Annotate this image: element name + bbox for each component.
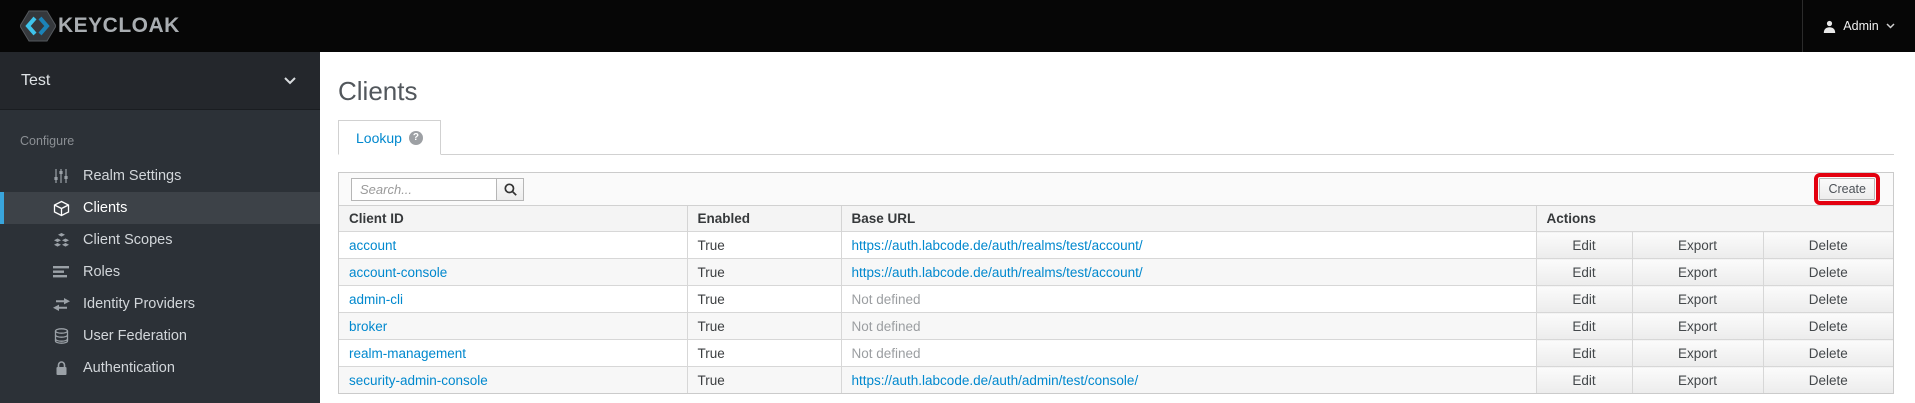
- base-url-link[interactable]: https://auth.labcode.de/auth/admin/test/…: [852, 373, 1139, 388]
- column-header-actions: Actions: [1535, 206, 1894, 232]
- table-row: account-console True https://auth.labcod…: [339, 258, 1894, 286]
- table-row: admin-cli True Not defined Edit Export D…: [339, 285, 1894, 313]
- edit-button[interactable]: Edit: [1537, 233, 1632, 259]
- delete-button[interactable]: Delete: [1764, 367, 1893, 393]
- export-button[interactable]: Export: [1633, 260, 1763, 286]
- cube-icon: [52, 200, 70, 217]
- export-button[interactable]: Export: [1633, 314, 1763, 340]
- sidebar-item-label: Clients: [83, 200, 128, 216]
- table-row: broker True Not defined Edit Export Dele…: [339, 312, 1894, 340]
- delete-button[interactable]: Delete: [1764, 260, 1893, 286]
- sidebar: Test Configure Realm Settings Clients Cl…: [0, 52, 320, 403]
- sidebar-item-label: Client Scopes: [83, 232, 173, 248]
- chevron-down-icon: [1886, 23, 1895, 29]
- tab-label: Lookup: [356, 129, 402, 146]
- sidebar-item-label: Roles: [83, 264, 121, 280]
- client-link[interactable]: account-console: [349, 265, 447, 280]
- search-button[interactable]: [496, 177, 524, 201]
- table-row: realm-management True Not defined Edit E…: [339, 339, 1894, 367]
- sidebar-item-roles[interactable]: Roles: [0, 256, 320, 288]
- column-header-client-id: Client ID: [339, 206, 687, 232]
- sidebar-nav: Realm Settings Clients Client Scopes Rol…: [0, 160, 320, 384]
- user-menu[interactable]: Admin: [1802, 0, 1915, 52]
- table-row: account True https://auth.labcode.de/aut…: [339, 231, 1894, 259]
- export-button[interactable]: Export: [1633, 367, 1763, 393]
- table-header-row: Client ID Enabled Base URL Actions: [339, 206, 1894, 232]
- edit-button[interactable]: Edit: [1537, 341, 1632, 367]
- edit-button[interactable]: Edit: [1537, 367, 1632, 393]
- tab-bar: Lookup ?: [338, 120, 1894, 155]
- search-input[interactable]: [351, 177, 497, 201]
- clients-table: Client ID Enabled Base URL Actions accou…: [339, 206, 1894, 393]
- export-button[interactable]: Export: [1633, 287, 1763, 313]
- sidebar-item-label: Realm Settings: [83, 168, 182, 184]
- create-button[interactable]: Create: [1814, 173, 1880, 205]
- delete-button[interactable]: Delete: [1764, 314, 1893, 340]
- lock-icon: [52, 360, 70, 376]
- client-link[interactable]: security-admin-console: [349, 373, 488, 388]
- list-icon: [52, 265, 70, 279]
- sidebar-item-label: User Federation: [83, 328, 187, 344]
- page-title: Clients: [338, 76, 418, 106]
- brand-title: KEYCLOAK: [58, 14, 180, 37]
- cubes-icon: [52, 232, 70, 248]
- delete-button[interactable]: Delete: [1764, 233, 1893, 259]
- client-link[interactable]: realm-management: [349, 346, 466, 361]
- export-button[interactable]: Export: [1633, 341, 1763, 367]
- export-button[interactable]: Export: [1633, 233, 1763, 259]
- base-url-not-defined: Not defined: [851, 345, 921, 361]
- exchange-icon: [52, 297, 70, 311]
- tab-lookup[interactable]: Lookup ?: [338, 120, 441, 155]
- sidebar-item-client-scopes[interactable]: Client Scopes: [0, 224, 320, 256]
- search-group: [351, 177, 524, 201]
- column-header-enabled: Enabled: [686, 206, 841, 232]
- edit-button[interactable]: Edit: [1537, 260, 1632, 286]
- realm-name: Test: [21, 71, 51, 89]
- client-link[interactable]: broker: [349, 319, 387, 334]
- keycloak-logo[interactable]: KEYCLOAK: [20, 10, 180, 42]
- sidebar-item-authentication[interactable]: Authentication: [0, 352, 320, 384]
- edit-button[interactable]: Edit: [1537, 314, 1632, 340]
- client-link[interactable]: admin-cli: [349, 292, 403, 307]
- sidebar-item-clients[interactable]: Clients: [0, 192, 320, 224]
- chevron-down-icon: [284, 76, 296, 85]
- clients-table-container: Create Client ID Enabled Base URL Action…: [338, 172, 1894, 394]
- sidebar-section-label: Configure: [20, 134, 75, 148]
- sidebar-item-label: Authentication: [83, 360, 175, 376]
- client-link[interactable]: account: [349, 238, 396, 253]
- enabled-value: True: [686, 258, 841, 286]
- realm-selector[interactable]: Test: [0, 52, 320, 110]
- main-content: Clients Lookup ? Search... Create Client…: [320, 52, 1915, 403]
- base-url-link[interactable]: https://auth.labcode.de/auth/realms/test…: [852, 265, 1143, 280]
- keycloak-hexagon-icon: [20, 10, 56, 42]
- user-icon: [1823, 20, 1836, 33]
- sidebar-item-identity-providers[interactable]: Identity Providers: [0, 288, 320, 320]
- delete-button[interactable]: Delete: [1764, 287, 1893, 313]
- user-label: Admin: [1843, 19, 1879, 33]
- enabled-value: True: [686, 285, 841, 313]
- help-icon[interactable]: ?: [408, 130, 423, 145]
- enabled-value: True: [686, 231, 841, 259]
- search-icon: [503, 182, 517, 196]
- base-url-not-defined: Not defined: [851, 291, 921, 307]
- enabled-value: True: [686, 312, 841, 340]
- top-navbar: KEYCLOAK Admin: [0, 0, 1915, 52]
- table-row: security-admin-console True https://auth…: [339, 366, 1894, 393]
- sidebar-item-label: Identity Providers: [83, 296, 196, 312]
- sliders-icon: [52, 168, 70, 184]
- sidebar-item-realm-settings[interactable]: Realm Settings: [0, 160, 320, 192]
- database-icon: [52, 328, 70, 344]
- sidebar-item-user-federation[interactable]: User Federation: [0, 320, 320, 352]
- enabled-value: True: [686, 339, 841, 367]
- base-url-not-defined: Not defined: [851, 318, 921, 334]
- table-toolbar: Create: [339, 173, 1893, 206]
- enabled-value: True: [686, 366, 841, 393]
- column-header-base-url: Base URL: [840, 206, 1536, 232]
- base-url-link[interactable]: https://auth.labcode.de/auth/realms/test…: [852, 238, 1143, 253]
- edit-button[interactable]: Edit: [1537, 287, 1632, 313]
- delete-button[interactable]: Delete: [1764, 341, 1893, 367]
